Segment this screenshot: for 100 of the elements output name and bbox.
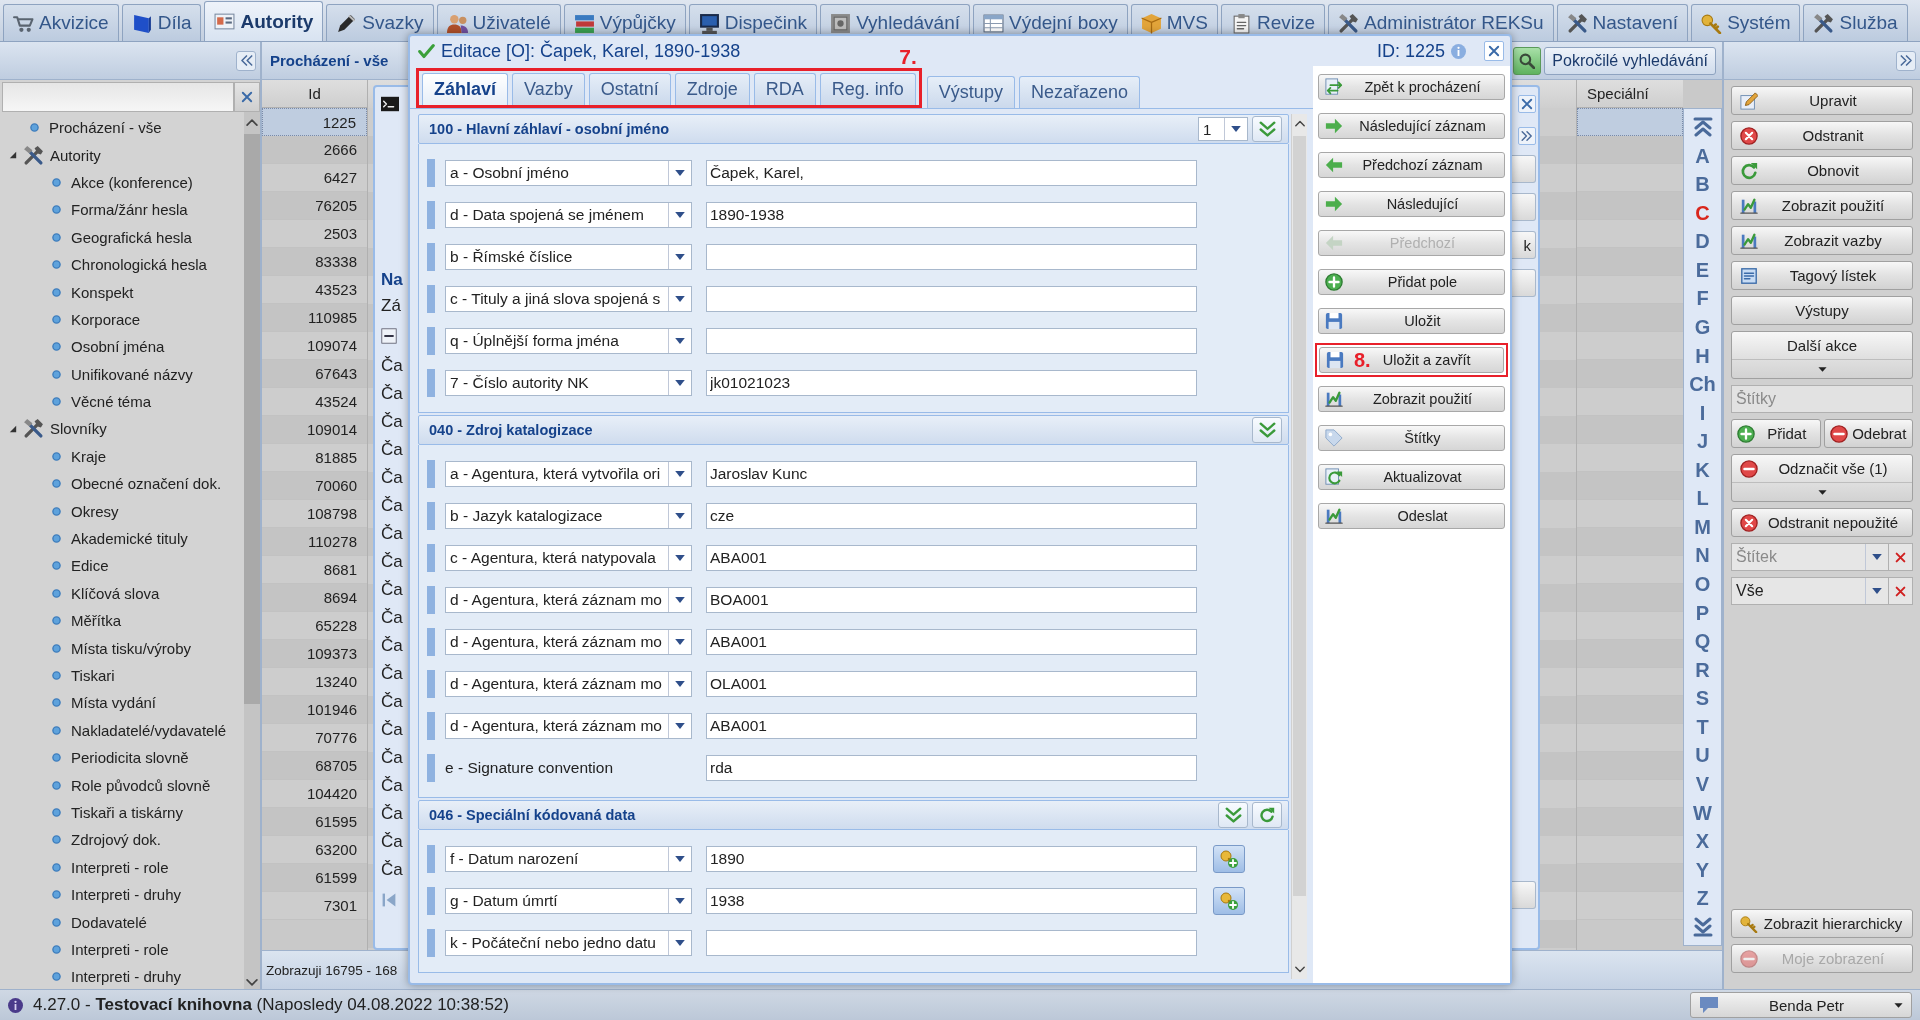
tree-item[interactable]: Geografická hesla: [0, 223, 244, 251]
action-button[interactable]: Obnovit: [1731, 156, 1913, 185]
scroll-thumb[interactable]: [244, 134, 260, 704]
tree-item[interactable]: Tiskari: [0, 661, 244, 690]
search-button[interactable]: [1513, 46, 1542, 75]
advanced-search-button[interactable]: Pokročilé vyhledávání: [1544, 46, 1716, 75]
console-icon[interactable]: [381, 95, 399, 113]
tree-item[interactable]: Unifikované názvy: [0, 360, 244, 388]
tree-item[interactable]: Akademické tituly: [0, 524, 244, 553]
subfield-select[interactable]: b - Jazyk katalogizace: [445, 503, 692, 529]
tree-item[interactable]: Slovníky: [0, 415, 244, 443]
tree-item[interactable]: Forma/žánr hesla: [0, 196, 244, 224]
letter-link[interactable]: I: [1699, 402, 1706, 423]
tree-item[interactable]: Zdrojový dok.: [0, 826, 244, 854]
tree-item[interactable]: Role původců slovně: [0, 771, 244, 799]
subfield-select[interactable]: d - Agentura, která záznam mo: [445, 587, 692, 613]
letter-link[interactable]: H: [1695, 345, 1710, 366]
value-field[interactable]: [706, 244, 1197, 270]
module-tab[interactable]: Systém: [1691, 4, 1801, 41]
letter-link[interactable]: Ch: [1689, 374, 1716, 395]
value-field[interactable]: ABA001: [706, 713, 1197, 739]
letter-link[interactable]: Q: [1694, 631, 1711, 652]
action-button[interactable]: Aktualizovat: [1318, 464, 1505, 490]
tags-field[interactable]: Štítky: [1731, 385, 1913, 413]
scroll-thumb[interactable]: [1293, 136, 1306, 896]
tree-item[interactable]: Periodicita slovně: [0, 744, 244, 772]
tree-item[interactable]: Okresy: [0, 497, 244, 525]
action-button[interactable]: Odebrat: [1823, 419, 1913, 448]
value-field[interactable]: [706, 286, 1197, 312]
collapse-icon[interactable]: [381, 328, 397, 344]
value-field[interactable]: jk01021023: [706, 370, 1197, 396]
tree-item[interactable]: Interpreti - role: [0, 853, 244, 881]
letter-link[interactable]: A: [1695, 145, 1710, 166]
close-button[interactable]: [1518, 95, 1536, 113]
panel-button[interactable]: [1512, 193, 1536, 221]
tree-item[interactable]: Klíčová slova: [0, 579, 244, 608]
column-header[interactable]: Speciální: [1577, 80, 1683, 108]
letter-link[interactable]: O: [1694, 574, 1711, 594]
action-button[interactable]: Odstranit nepoužité: [1731, 508, 1913, 537]
letter-link[interactable]: Y: [1695, 859, 1710, 880]
letter-link[interactable]: L: [1696, 488, 1709, 509]
lookup-button[interactable]: [1213, 845, 1245, 873]
subfield-select[interactable]: q - Úplnější forma jména: [445, 328, 692, 354]
module-tab[interactable]: Nastavení: [1556, 4, 1689, 41]
subfield-select[interactable]: a - Agentura, která vytvořila ori: [445, 461, 692, 487]
letter-link[interactable]: Z: [1696, 888, 1709, 909]
editor-tab[interactable]: RDA: [753, 73, 816, 105]
module-tab[interactable]: Autority: [204, 1, 324, 41]
editor-tab[interactable]: Vazby: [512, 73, 585, 105]
letter-link[interactable]: E: [1695, 259, 1710, 280]
letter-link[interactable]: S: [1695, 688, 1710, 709]
clear-button[interactable]: [1889, 543, 1913, 571]
tree-item[interactable]: Dodavatelé: [0, 908, 244, 936]
action-button[interactable]: Upravit: [1731, 86, 1913, 115]
value-field[interactable]: Čapek, Karel,: [706, 160, 1197, 186]
tree-item[interactable]: Měřítka: [0, 607, 244, 635]
menu-button[interactable]: Další akce: [1731, 331, 1913, 379]
letter-link[interactable]: J: [1696, 431, 1709, 452]
tree-item[interactable]: Edice: [0, 552, 244, 580]
tab[interactable]: Zá: [381, 292, 401, 320]
scrollbar[interactable]: [244, 112, 260, 989]
action-button[interactable]: Zobrazit použití: [1731, 191, 1913, 220]
tree-item[interactable]: Korporace: [0, 305, 244, 334]
occurrence-select[interactable]: 1: [1198, 117, 1248, 141]
scrollbar[interactable]: [1291, 114, 1307, 979]
action-button[interactable]: Uložit: [1318, 308, 1505, 334]
clear-button[interactable]: [1889, 577, 1913, 605]
editor-tab[interactable]: Ostatní: [588, 73, 671, 105]
action-button[interactable]: Následující záznam: [1318, 113, 1505, 139]
refresh-button[interactable]: [1252, 802, 1282, 828]
action-button[interactable]: Zobrazit použití: [1318, 386, 1505, 412]
letter-link[interactable]: N: [1695, 545, 1710, 566]
tree-item[interactable]: Osobní jména: [0, 333, 244, 361]
value-field[interactable]: ABA001: [706, 545, 1197, 571]
subfield-select[interactable]: c - Tituly a jiná slova spojená s: [445, 286, 692, 312]
module-tab[interactable]: Díla: [121, 4, 202, 41]
letter-link[interactable]: W: [1693, 802, 1712, 823]
subfield-select[interactable]: g - Datum úmrtí: [445, 888, 692, 914]
action-button[interactable]: Odstranit: [1731, 121, 1913, 150]
panel-button[interactable]: k: [1512, 231, 1536, 259]
subfield-select[interactable]: d - Agentura, která záznam mo: [445, 671, 692, 697]
user-menu-button[interactable]: Benda Petr: [1690, 992, 1912, 1018]
subfield-select[interactable]: 7 - Číslo autority NK: [445, 370, 692, 396]
action-button[interactable]: Zpět k procházení: [1318, 74, 1505, 100]
letter-link[interactable]: P: [1695, 602, 1710, 623]
editor-tab[interactable]: Zdroje: [674, 73, 750, 105]
action-button[interactable]: Odeslat: [1318, 503, 1505, 529]
column-header[interactable]: Id: [262, 80, 367, 108]
tree-item[interactable]: Místa vydání: [0, 689, 244, 717]
close-button[interactable]: [1484, 41, 1504, 61]
editor-tab[interactable]: Reg. info: [819, 73, 916, 105]
jump-to-bottom-icon[interactable]: [1692, 916, 1713, 937]
tree-item[interactable]: Interpreti - role: [0, 935, 244, 964]
letter-link[interactable]: T: [1696, 716, 1709, 737]
subfield-select[interactable]: b - Římské číslice: [445, 244, 692, 270]
letter-link[interactable]: G: [1694, 316, 1711, 337]
tree-item[interactable]: Autority: [0, 141, 244, 169]
letter-link[interactable]: X: [1695, 831, 1710, 852]
action-button[interactable]: Štítky: [1318, 425, 1505, 451]
tree-item[interactable]: Akce (konference): [0, 168, 244, 197]
